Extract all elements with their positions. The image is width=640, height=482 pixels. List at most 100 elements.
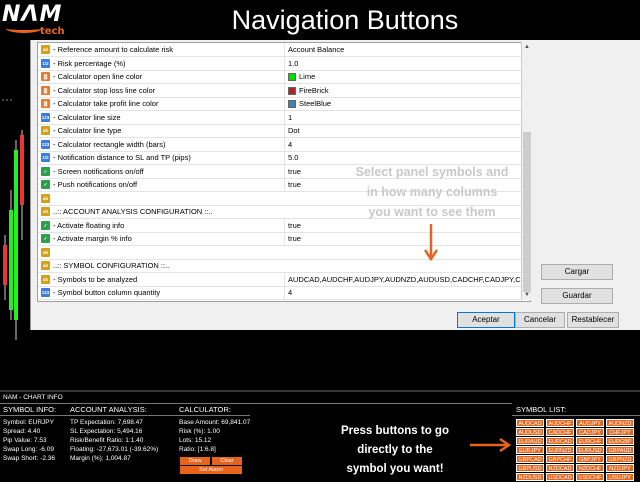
draw-button[interactable]: Draw	[180, 457, 210, 465]
candle-bullish	[9, 210, 13, 310]
symbol-button[interactable]: GBPCHF	[546, 455, 574, 463]
input-value-text: 1.0	[288, 58, 299, 68]
input-row[interactable]: ab	[38, 246, 530, 260]
symbol-button[interactable]: EURGBP	[606, 437, 634, 445]
input-value[interactable]: 4	[284, 286, 529, 299]
symbol-button[interactable]: EURUSD	[576, 446, 604, 454]
symbol-button[interactable]: GBPAUD	[606, 446, 634, 454]
info-line: Margin (%): 1,004.87	[70, 455, 131, 462]
divider	[0, 403, 512, 404]
int-type-icon: 123	[41, 139, 50, 149]
input-name: - Reference amount to calculate risk	[53, 45, 174, 54]
symbol-button[interactable]: GBPCAD	[516, 455, 544, 463]
buttons-annotation-line: symbol you want!	[346, 463, 444, 475]
symbol-button[interactable]: AUDUSD	[516, 428, 544, 436]
symbol-button[interactable]: AUDJPY	[576, 419, 604, 427]
symbol-button[interactable]: AUDCAD	[516, 419, 544, 427]
input-row[interactable]: 1/2- Risk percentage (%) 1.0	[38, 56, 530, 71]
symbol-button[interactable]: CADCHF	[546, 428, 574, 436]
input-value-text: true	[288, 180, 301, 189]
symbol-button[interactable]: AUDNZD	[606, 419, 634, 427]
symbol-button[interactable]: GBPNZD	[606, 455, 634, 463]
input-row[interactable]: ▓ - Calculator stop loss line color FireBr…	[38, 83, 530, 98]
symbol-button[interactable]: EURCHF	[576, 437, 604, 445]
input-name: - Push notifications on/off	[53, 180, 138, 189]
panel-annotation-line: in how many columns	[366, 185, 498, 199]
input-name: ..:: SYMBOL CONFIGURATION ::..	[53, 261, 170, 270]
buttons-annotation-line: Press buttons to go	[341, 425, 449, 437]
input-name: - Calculator line type	[53, 126, 122, 135]
save-button[interactable]: Guardar	[541, 288, 613, 304]
input-row[interactable]: ✓ - Activate margin % info true	[38, 232, 530, 246]
set-alarm-button[interactable]: Set Alarm	[180, 466, 242, 474]
info-line: Floating: -27,673.01 (-39.62%)	[70, 446, 159, 453]
input-value-text: 5.0	[288, 153, 299, 162]
string-type-icon: ab	[41, 247, 50, 257]
symbol-button[interactable]: AUDCHF	[546, 419, 574, 427]
input-value-text: true	[288, 234, 301, 243]
color-type-icon: ▓	[41, 72, 50, 81]
input-value[interactable]: Account Balance	[284, 43, 529, 56]
input-value[interactable]: SteelBlue	[284, 97, 529, 110]
info-line: Lots: 15.12	[179, 437, 212, 444]
buttons-annotation-line: directly to the	[357, 444, 433, 456]
enum-type-icon: ab	[41, 126, 50, 135]
input-value[interactable]: true	[284, 232, 529, 245]
input-value[interactable]: Lime	[284, 70, 529, 83]
input-name: - Calculator stop loss line color	[53, 85, 156, 95]
input-value[interactable]: Dot	[284, 124, 529, 137]
info-line: Pip Value: 7.53	[3, 437, 47, 444]
symbol-button[interactable]: GBPJPY	[576, 455, 604, 463]
symbol-button[interactable]: EURJPY	[516, 446, 544, 454]
input-row[interactable]: ▓ - Calculator open line color Lime	[38, 70, 530, 84]
input-row[interactable]: 123- Symbol button column quantity 4	[38, 286, 530, 300]
input-row[interactable]: ab - Symbols to be analyzed AUDCAD,AUDCHF,…	[38, 272, 530, 287]
input-name: - Calculator open line color	[53, 72, 143, 81]
info-line: SL Expectation: 5,494.16	[70, 428, 143, 435]
string-type-icon: ab	[41, 274, 50, 284]
scroll-up-icon[interactable]: ▲	[522, 42, 532, 52]
input-value[interactable]: AUDCAD,AUDCHF,AUDJPY,AUDNZD,AUDUSD,CADCH…	[284, 272, 529, 286]
symbol-button[interactable]: NZDCHF	[576, 464, 604, 472]
info-line: Base Amount: 69,841.07	[179, 419, 251, 426]
symbol-button[interactable]: EURNZD	[546, 446, 574, 454]
input-name: - Risk percentage (%)	[53, 58, 126, 68]
input-name: - Symbols to be analyzed	[53, 274, 138, 284]
divider	[0, 415, 250, 416]
load-button[interactable]: Cargar	[541, 264, 613, 280]
scroll-down-icon[interactable]: ▼	[522, 290, 532, 300]
input-row[interactable]: ab - Calculator line type Dot	[38, 124, 530, 138]
candle-bearish	[20, 135, 24, 205]
input-row[interactable]: ab..:: SYMBOL CONFIGURATION ::..	[38, 259, 530, 273]
input-value[interactable]: FireBrick	[284, 83, 529, 97]
ok-button[interactable]: Aceptar	[457, 312, 515, 328]
input-value-text: true	[288, 166, 301, 176]
input-row[interactable]: 123- Calculator rectangle width (bars) 4	[38, 137, 530, 152]
input-value[interactable]: 1.0	[284, 56, 529, 70]
clear-button[interactable]: Clear	[212, 457, 242, 465]
right-arrow-icon	[470, 438, 512, 452]
input-value[interactable]: 4	[284, 137, 529, 151]
input-row[interactable]: ▓ - Calculator take profit line color Stee…	[38, 97, 530, 111]
panel-annotation: Select panel symbols and in how many col…	[340, 162, 524, 222]
symbol-button[interactable]: EURCAD	[546, 437, 574, 445]
info-line: TP Expectation: 7,698.47	[70, 419, 143, 426]
input-row[interactable]: 123- Calculator line size 1	[38, 110, 530, 125]
panel-header: NAM - CHART INFO	[3, 394, 63, 401]
symbol-button[interactable]: NZDJPY	[606, 464, 634, 472]
info-line: Swap Long: -6.09	[3, 446, 54, 453]
input-value[interactable]: 1	[284, 110, 529, 124]
input-name: - Activate margin % info	[53, 234, 132, 243]
symbol-button[interactable]: NZDCAD	[546, 464, 574, 472]
cancel-button[interactable]: Cancelar	[515, 312, 565, 328]
bool-type-icon: ✓	[41, 234, 50, 243]
input-value-text: 1	[288, 112, 293, 122]
symbol-button[interactable]: CHFJPY	[606, 428, 634, 436]
input-row[interactable]: ab - Reference amount to calculate risk Ac…	[38, 43, 530, 57]
reset-button[interactable]: Restablecer	[567, 312, 619, 328]
symbol-button[interactable]: EURAUD	[516, 437, 544, 445]
symbol-button[interactable]: GBPUSD	[516, 464, 544, 472]
symbol-button[interactable]: CADJPY	[576, 428, 604, 436]
input-name: - Calculator rectangle width (bars)	[53, 139, 166, 149]
scroll-thumb[interactable]	[523, 132, 531, 292]
